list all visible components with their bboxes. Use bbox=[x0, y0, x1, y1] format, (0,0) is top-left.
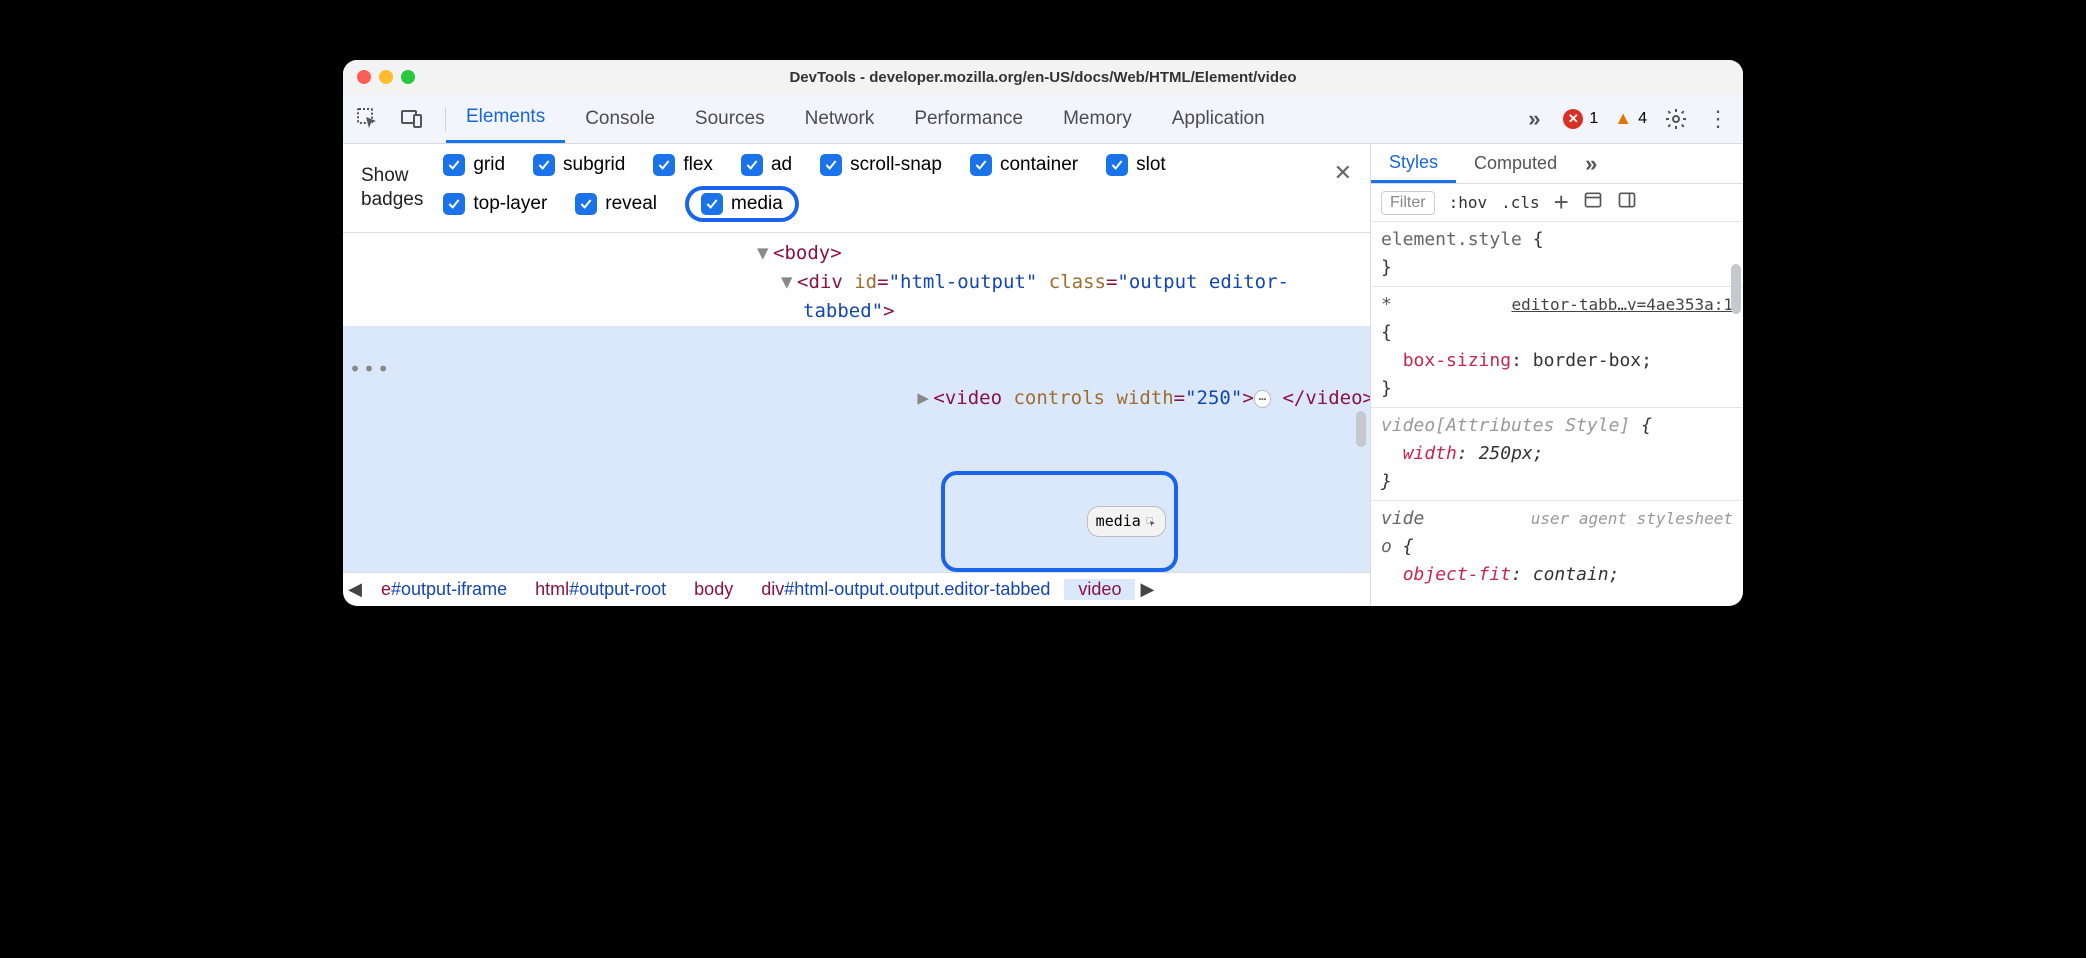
badge-top-layer[interactable]: top-layer bbox=[443, 186, 547, 222]
error-count-value: 1 bbox=[1589, 110, 1598, 128]
dom-scrollbar[interactable] bbox=[1356, 411, 1366, 447]
breadcrumb-item-active[interactable]: video bbox=[1064, 579, 1135, 600]
warning-count[interactable]: ▲ 4 bbox=[1614, 108, 1647, 129]
breadcrumb-item[interactable]: html#output-root bbox=[521, 579, 680, 600]
user-agent-note: user agent stylesheet bbox=[1531, 505, 1733, 533]
styles-filter-input[interactable]: Filter bbox=[1381, 191, 1435, 215]
badge-flex[interactable]: flex bbox=[653, 154, 713, 176]
badge-subgrid[interactable]: subgrid bbox=[533, 154, 625, 176]
badges-title: Show badges bbox=[361, 164, 423, 212]
tab-network[interactable]: Network bbox=[785, 94, 895, 143]
error-count[interactable]: ✕ 1 bbox=[1563, 109, 1598, 129]
styles-tab-styles[interactable]: Styles bbox=[1371, 144, 1456, 183]
toggle-hov[interactable]: :hov bbox=[1449, 193, 1488, 212]
warning-icon: ▲ bbox=[1614, 108, 1632, 129]
selector-star[interactable]: * bbox=[1381, 294, 1392, 315]
dom-node-div-cont[interactable]: tabbed"> bbox=[343, 297, 1370, 326]
checkbox-icon[interactable] bbox=[533, 154, 555, 176]
titlebar: DevTools - developer.mozilla.org/en-US/d… bbox=[343, 60, 1743, 94]
badge-scroll-snap[interactable]: scroll-snap bbox=[820, 154, 942, 176]
breadcrumb-item[interactable]: body bbox=[680, 579, 747, 600]
main-content: Show badges grid subgrid flex ad scroll-… bbox=[343, 144, 1743, 606]
prop-object-fit[interactable]: object-fit bbox=[1403, 564, 1511, 585]
styles-toolbar: Filter :hov .cls + bbox=[1371, 184, 1743, 222]
badge-media-highlighted[interactable]: media bbox=[685, 186, 799, 222]
elements-panel: Show badges grid subgrid flex ad scroll-… bbox=[343, 144, 1371, 606]
checkbox-icon[interactable] bbox=[741, 154, 763, 176]
tab-sources[interactable]: Sources bbox=[675, 94, 785, 143]
badge-slot[interactable]: slot bbox=[1106, 154, 1166, 176]
dom-node-video-selected[interactable]: ••• ▶<video controls width="250">⋯ </vid… bbox=[343, 326, 1370, 442]
computed-styles-icon[interactable] bbox=[1583, 190, 1603, 216]
tab-elements[interactable]: Elements bbox=[446, 94, 565, 143]
breadcrumb: ◀ e#output-iframe html#output-root body … bbox=[343, 572, 1370, 606]
toggle-cls[interactable]: .cls bbox=[1501, 193, 1540, 212]
breadcrumb-scroll-right-icon[interactable]: ▶ bbox=[1135, 579, 1159, 600]
checkbox-icon[interactable] bbox=[1106, 154, 1128, 176]
styles-scrollbar[interactable] bbox=[1731, 264, 1741, 314]
styles-tab-computed[interactable]: Computed bbox=[1456, 144, 1575, 183]
tab-console[interactable]: Console bbox=[565, 94, 675, 143]
checkbox-icon[interactable] bbox=[443, 193, 465, 215]
badge-container[interactable]: container bbox=[970, 154, 1078, 176]
collapsed-content-icon[interactable]: ⋯ bbox=[1254, 390, 1271, 408]
prop-box-sizing[interactable]: box-sizing bbox=[1403, 350, 1511, 371]
kebab-menu-icon[interactable]: ⋮ bbox=[1705, 106, 1731, 132]
toggle-sidebar-icon[interactable] bbox=[1617, 190, 1637, 216]
new-style-rule-icon[interactable]: + bbox=[1554, 187, 1569, 218]
close-badges-icon[interactable]: ✕ bbox=[1334, 160, 1352, 186]
selector-video-attr[interactable]: video[Attributes Style] bbox=[1381, 415, 1630, 436]
inspect-mini-icon bbox=[1145, 516, 1157, 528]
media-badge-pill[interactable]: media bbox=[1087, 506, 1166, 537]
checkbox-icon[interactable] bbox=[820, 154, 842, 176]
window-title: DevTools - developer.mozilla.org/en-US/d… bbox=[343, 69, 1743, 86]
selector-element-style[interactable]: element.style bbox=[1381, 229, 1522, 250]
tab-performance[interactable]: Performance bbox=[894, 94, 1043, 143]
source-link[interactable]: editor-tabb…v=4ae353a:1 bbox=[1511, 291, 1733, 319]
dom-node-body[interactable]: ▼<body> bbox=[343, 239, 1370, 268]
error-icon: ✕ bbox=[1563, 109, 1583, 129]
main-toolbar: Elements Console Sources Network Perform… bbox=[343, 94, 1743, 144]
badge-reveal[interactable]: reveal bbox=[575, 186, 657, 222]
more-tabs-icon[interactable]: » bbox=[1521, 106, 1547, 132]
media-badge-highlighted[interactable]: media bbox=[941, 471, 1177, 572]
checkbox-icon[interactable] bbox=[575, 193, 597, 215]
devtools-window: DevTools - developer.mozilla.org/en-US/d… bbox=[343, 60, 1743, 606]
inspect-element-icon[interactable] bbox=[355, 106, 381, 132]
selector-video[interactable]: vide bbox=[1381, 508, 1424, 529]
styles-panel: Styles Computed » Filter :hov .cls + ele… bbox=[1371, 144, 1743, 606]
breadcrumb-item[interactable]: div#html-output.output.editor-tabbed bbox=[747, 579, 1064, 600]
checkbox-icon[interactable] bbox=[701, 193, 723, 215]
settings-icon[interactable] bbox=[1663, 106, 1689, 132]
device-toolbar-icon[interactable] bbox=[399, 106, 425, 132]
breadcrumb-scroll-left-icon[interactable]: ◀ bbox=[343, 579, 367, 600]
tab-memory[interactable]: Memory bbox=[1043, 94, 1152, 143]
dom-node-video-badge-line[interactable]: media == $0 bbox=[343, 442, 1370, 572]
badge-ad[interactable]: ad bbox=[741, 154, 792, 176]
dom-tree[interactable]: ▼<body> ▼<div id="html-output" class="ou… bbox=[343, 233, 1370, 572]
badges-bar: Show badges grid subgrid flex ad scroll-… bbox=[343, 144, 1370, 233]
panel-tabs: Elements Console Sources Network Perform… bbox=[446, 94, 1285, 143]
dom-node-div[interactable]: ▼<div id="html-output" class="output edi… bbox=[343, 268, 1370, 297]
badges-list: grid subgrid flex ad scroll-snap contain… bbox=[443, 154, 1233, 222]
styles-tabs: Styles Computed » bbox=[1371, 144, 1743, 184]
gutter-dots-icon[interactable]: ••• bbox=[349, 355, 391, 384]
checkbox-icon[interactable] bbox=[970, 154, 992, 176]
warning-count-value: 4 bbox=[1638, 110, 1647, 128]
breadcrumb-item[interactable]: e#output-iframe bbox=[367, 579, 521, 600]
badge-grid[interactable]: grid bbox=[443, 154, 505, 176]
prop-width[interactable]: width bbox=[1403, 443, 1457, 464]
checkbox-icon[interactable] bbox=[653, 154, 675, 176]
styles-rules[interactable]: element.style { } * editor-tabb…v=4ae353… bbox=[1371, 222, 1743, 606]
tab-application[interactable]: Application bbox=[1152, 94, 1285, 143]
styles-more-tabs-icon[interactable]: » bbox=[1585, 151, 1597, 177]
checkbox-icon[interactable] bbox=[443, 154, 465, 176]
